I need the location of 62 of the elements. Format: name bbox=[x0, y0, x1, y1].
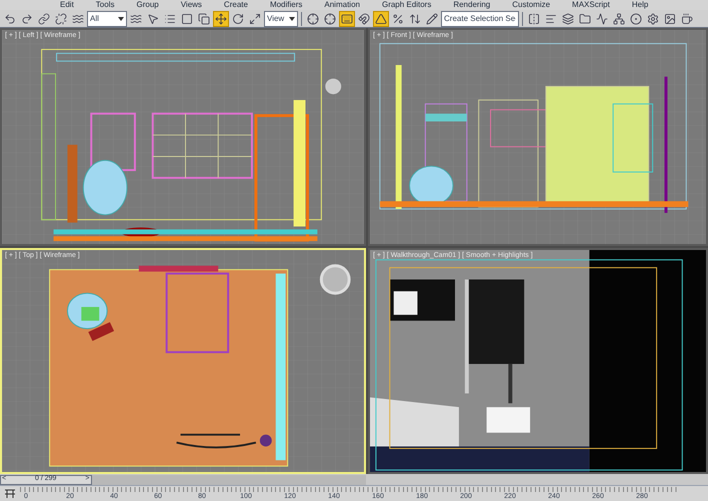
toolbar-button[interactable] bbox=[526, 10, 542, 26]
menu-item[interactable]: Group bbox=[136, 0, 159, 10]
mirror-icon bbox=[528, 12, 540, 24]
menu-item[interactable]: Modifiers bbox=[270, 0, 302, 10]
dropdown[interactable]: All bbox=[87, 10, 127, 26]
toolbar-button[interactable] bbox=[213, 10, 229, 26]
menu-item[interactable]: Edit bbox=[60, 0, 74, 10]
menu-item[interactable]: Customize bbox=[512, 0, 550, 10]
toolbar-button[interactable] bbox=[196, 10, 212, 26]
crosshair-icon bbox=[324, 12, 336, 24]
redo-icon bbox=[21, 12, 33, 24]
layers-icon bbox=[562, 12, 574, 24]
pointer-icon bbox=[147, 12, 159, 24]
square-icon bbox=[181, 12, 193, 24]
unlink-icon bbox=[55, 12, 67, 24]
menu-item[interactable]: Views bbox=[180, 0, 202, 10]
toolbar-button[interactable] bbox=[424, 10, 440, 26]
toolbar-button[interactable] bbox=[594, 10, 610, 26]
toolbar-button[interactable] bbox=[322, 10, 338, 26]
menu-item[interactable]: MAXScript bbox=[572, 0, 610, 10]
toolbar-button[interactable] bbox=[611, 10, 627, 26]
wave-icon bbox=[130, 12, 142, 24]
toolbar-button[interactable] bbox=[53, 10, 69, 26]
copy-icon bbox=[198, 12, 210, 24]
dropdown[interactable]: Create Selection Se bbox=[441, 10, 519, 26]
toolbar-button[interactable] bbox=[373, 10, 389, 26]
wave-icon bbox=[72, 12, 84, 24]
menu-item[interactable]: Help bbox=[632, 0, 648, 10]
menu-item[interactable]: Animation bbox=[324, 0, 360, 10]
menu-item[interactable]: Rendering bbox=[453, 0, 490, 10]
image-icon bbox=[664, 12, 676, 24]
settings-icon bbox=[647, 12, 659, 24]
move-icon bbox=[215, 12, 227, 24]
percent-icon bbox=[392, 12, 404, 24]
folder-icon bbox=[579, 12, 591, 24]
arrows-icon bbox=[409, 12, 421, 24]
dropdown[interactable]: View bbox=[264, 10, 298, 26]
caret-icon bbox=[289, 16, 295, 20]
undo-icon bbox=[4, 12, 16, 24]
curve-icon bbox=[596, 12, 608, 24]
toolbar-button[interactable] bbox=[305, 10, 321, 26]
toolbar-button[interactable] bbox=[339, 10, 355, 26]
network-icon bbox=[613, 12, 625, 24]
scale-icon bbox=[249, 12, 261, 24]
toolbar-button[interactable] bbox=[36, 10, 52, 26]
keyboard-icon bbox=[341, 12, 353, 24]
caret-icon bbox=[118, 16, 124, 20]
magnet-icon bbox=[358, 12, 370, 24]
toolbar-button[interactable] bbox=[645, 10, 661, 26]
rotate-icon bbox=[232, 12, 244, 24]
pencil-icon bbox=[426, 12, 438, 24]
crosshair-icon bbox=[307, 12, 319, 24]
toolbar-button[interactable] bbox=[560, 10, 576, 26]
menu-item[interactable]: Tools bbox=[96, 0, 114, 10]
menu-item[interactable]: Graph Editors bbox=[382, 0, 432, 10]
link-icon bbox=[38, 12, 50, 24]
toolbar-button[interactable] bbox=[679, 10, 695, 26]
toolbar-button[interactable] bbox=[356, 10, 372, 26]
triangle-icon bbox=[375, 12, 387, 24]
toolbar-button[interactable] bbox=[628, 10, 644, 26]
menu-item[interactable]: Create bbox=[224, 0, 248, 10]
align-icon bbox=[545, 12, 557, 24]
